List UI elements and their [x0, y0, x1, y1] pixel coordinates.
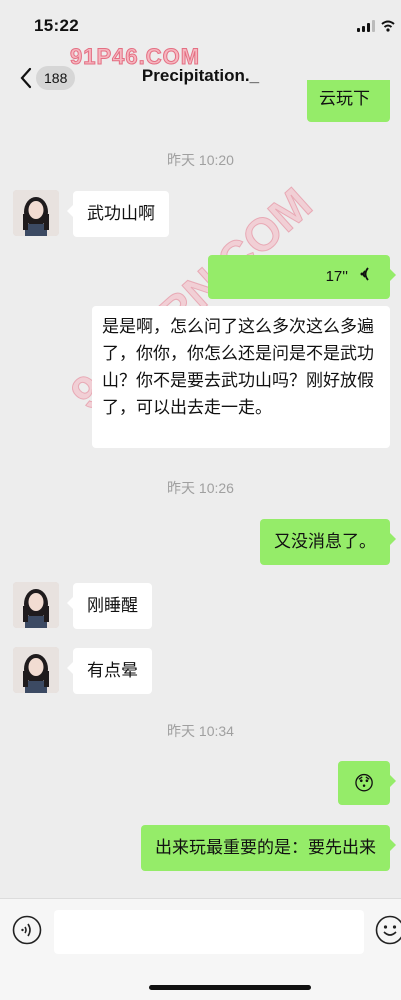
message-input[interactable]: [54, 910, 364, 954]
message-bubble-received[interactable]: 有点晕: [67, 648, 152, 694]
emoji-message-bubble[interactable]: 😯: [338, 761, 396, 805]
message-bubble-received[interactable]: 武功山啊: [67, 191, 169, 237]
status-time: 15:22: [34, 16, 79, 35]
status-icons: [357, 20, 395, 32]
signal-icon: [357, 20, 375, 32]
voice-transcript[interactable]: 是是啊，怎么问了这么多次这么多遍了，你你，你怎么还是问是不是武功山？你不是要去武…: [92, 306, 390, 448]
transcript-text: 是是啊，怎么问了这么多次这么多遍了，你你，你怎么还是问是不是武功山？你不是要去武…: [102, 317, 374, 418]
timestamp: 昨天 10:20: [167, 152, 234, 168]
timestamp: 昨天 10:34: [167, 723, 234, 739]
status-bar: 15:22: [0, 0, 401, 52]
avatar[interactable]: [13, 582, 59, 628]
message-text: 武功山啊: [87, 204, 155, 224]
message-bubble-sent[interactable]: 出来玩最重要的是：要先出来: [141, 825, 396, 871]
avatar[interactable]: [13, 190, 59, 236]
timestamp: 昨天 10:26: [167, 480, 234, 496]
voice-wave-icon: [360, 267, 369, 281]
message-bubble-received[interactable]: 刚睡醒: [67, 583, 152, 629]
message-bubble-sent[interactable]: 又没消息了。: [260, 519, 396, 565]
message-text: 有点晕: [87, 661, 138, 681]
emoji-text: 😯: [353, 771, 375, 795]
message-text: 出来玩最重要的是：要先出来: [155, 838, 376, 858]
wifi-icon: [381, 20, 395, 32]
voice-message-bubble[interactable]: 17'': [208, 255, 396, 299]
emoji-icon[interactable]: [375, 915, 401, 945]
avatar[interactable]: [13, 647, 59, 693]
voice-input-icon[interactable]: [12, 915, 42, 945]
message-text: 又没消息了。: [274, 532, 376, 552]
home-indicator: [149, 985, 311, 990]
voice-duration: 17'': [325, 268, 348, 285]
message-bubble-sent-partial[interactable]: 云玩下: [307, 80, 390, 122]
message-text: 刚睡醒: [87, 596, 138, 616]
message-text: 云玩下: [319, 89, 370, 109]
